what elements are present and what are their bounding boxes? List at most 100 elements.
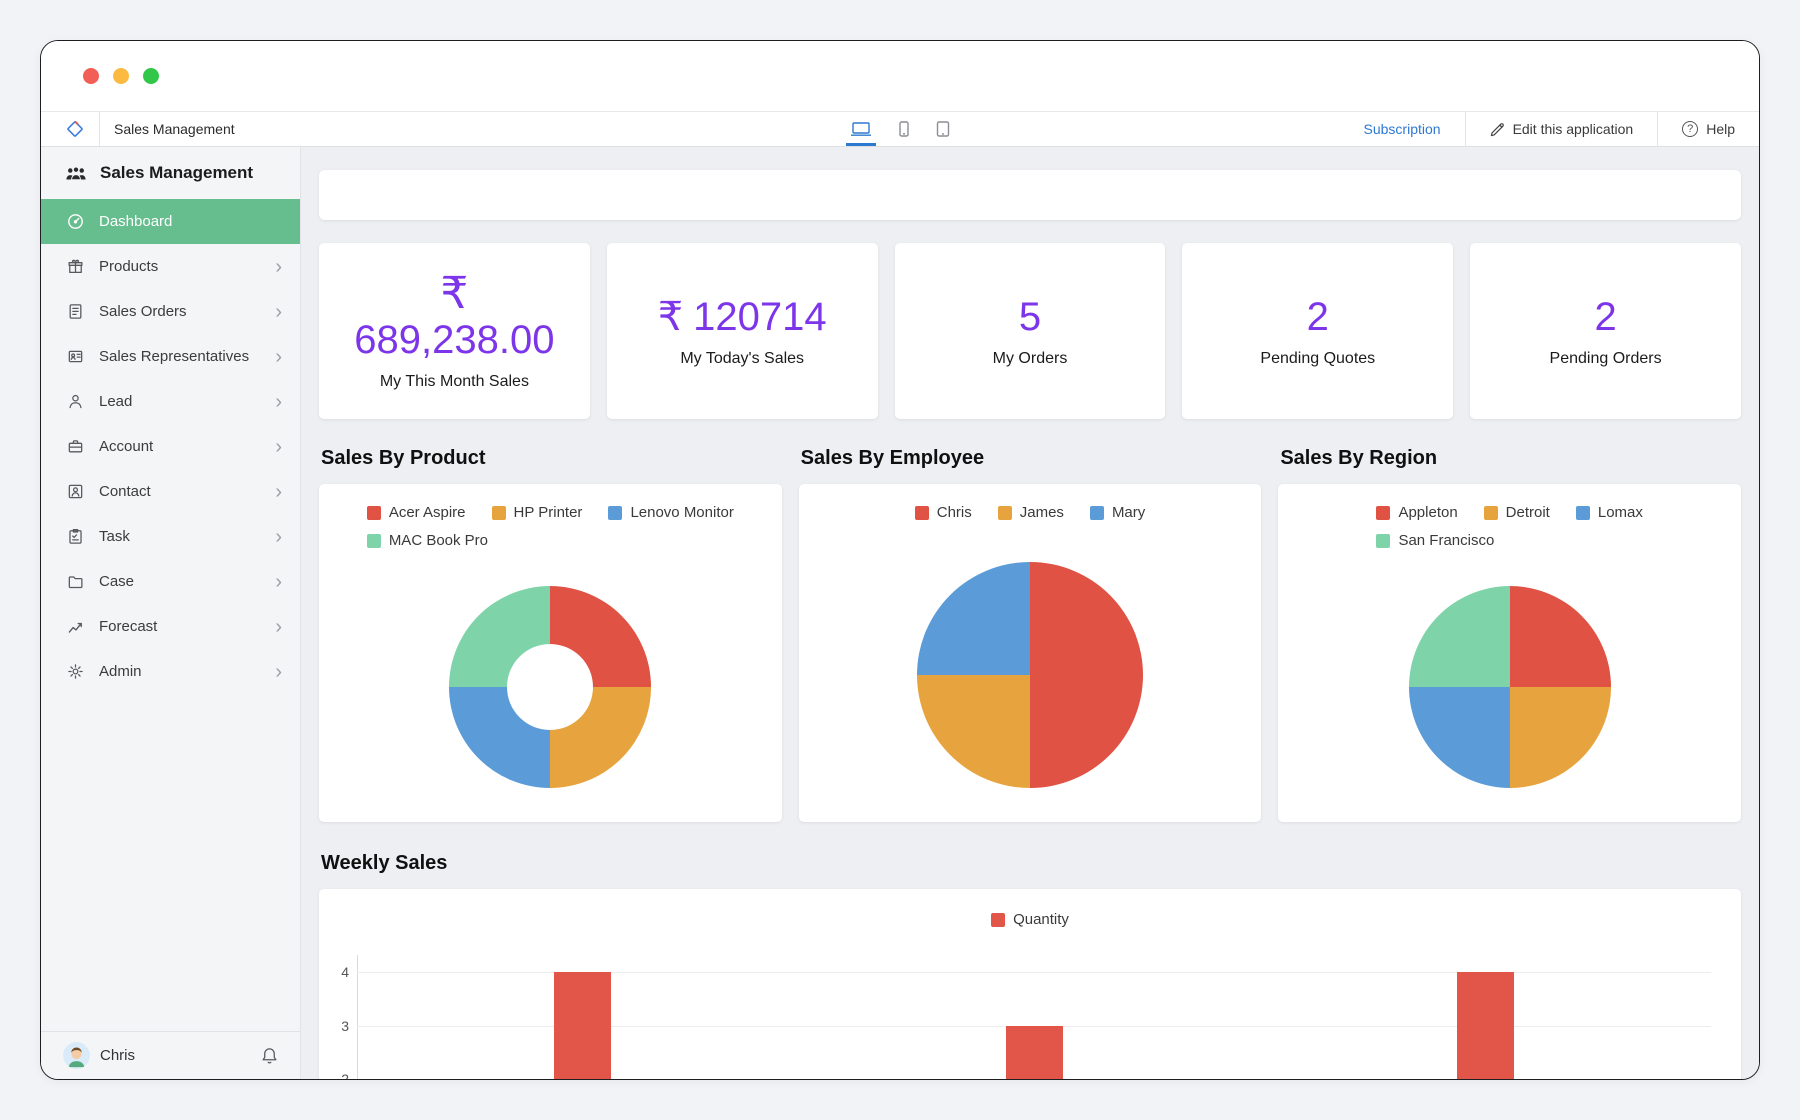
bell-icon[interactable] (261, 1047, 278, 1065)
stat-label: Pending Orders (1550, 350, 1662, 368)
stat-card-pending-orders: 2 Pending Orders (1470, 243, 1741, 419)
charts-row: Sales By Product Acer Aspire HP Prin (319, 447, 1741, 822)
sidebar-item-label: Forecast (99, 618, 157, 635)
stat-card-month-sales: ₹ 689,238.00 My This Month Sales (319, 243, 590, 419)
legend-item[interactable]: James (998, 504, 1064, 521)
legend-label: Mary (1112, 504, 1145, 521)
sidebar-item-task[interactable]: Task › (41, 514, 300, 559)
weekly-sales-bar (1006, 1026, 1063, 1080)
y-axis-line (357, 955, 358, 1079)
chevron-right-icon: › (275, 347, 282, 367)
chart-legend: Acer Aspire HP Printer Lenovo Monitor (367, 504, 734, 549)
sidebar-item-label: Task (99, 528, 130, 545)
chevron-right-icon: › (275, 257, 282, 277)
stat-value: 5 (1019, 294, 1041, 340)
minimize-window-button[interactable] (113, 68, 129, 84)
legend-item[interactable]: Appleton (1376, 504, 1457, 521)
legend-item[interactable]: Detroit (1484, 504, 1550, 521)
stat-label: My Orders (993, 350, 1068, 368)
legend-swatch (492, 506, 506, 520)
sales-by-employee-pie-chart (917, 562, 1143, 788)
legend-swatch (998, 506, 1012, 520)
legend-swatch (367, 534, 381, 548)
sidebar-item-sales-representatives[interactable]: Sales Representatives › (41, 334, 300, 379)
section-title: Sales By Product (321, 447, 782, 470)
device-tab-tablet[interactable] (936, 112, 950, 146)
legend-label: Detroit (1506, 504, 1550, 521)
badge-icon (67, 348, 85, 365)
window-titlebar (41, 41, 1759, 111)
edit-application-button[interactable]: Edit this application (1466, 112, 1658, 146)
avatar[interactable] (63, 1042, 90, 1069)
chart-legend: Chris James Mary (915, 504, 1146, 521)
chevron-right-icon: › (275, 572, 282, 592)
sidebar-app-title: Sales Management (100, 163, 253, 183)
legend-swatch (367, 506, 381, 520)
chevron-right-icon: › (275, 482, 282, 502)
sidebar-item-account[interactable]: Account › (41, 424, 300, 469)
stat-label: My Today's Sales (680, 350, 804, 368)
weekly-sales-bar (1457, 972, 1514, 1079)
sidebar-item-forecast[interactable]: Forecast › (41, 604, 300, 649)
sidebar-item-lead[interactable]: Lead › (41, 379, 300, 424)
briefcase-icon (67, 438, 85, 455)
app-top-bar: Sales Management Subscription (41, 111, 1759, 147)
subscription-link[interactable]: Subscription (1340, 112, 1465, 146)
sidebar-item-admin[interactable]: Admin › (41, 649, 300, 694)
trend-up-icon (67, 618, 85, 635)
main-content: ₹ 689,238.00 My This Month Sales ₹ 12071… (301, 147, 1759, 1079)
zoom-window-button[interactable] (143, 68, 159, 84)
sidebar-item-label: Products (99, 258, 158, 275)
user-name: Chris (100, 1047, 135, 1064)
sidebar-item-dashboard[interactable]: Dashboard (41, 199, 300, 244)
app-window: Sales Management Subscription (40, 40, 1760, 1080)
sidebar-item-label: Lead (99, 393, 132, 410)
window-body: Sales Management Dashboard (41, 147, 1759, 1079)
weekly-sales-card: Quantity 432 (319, 889, 1741, 1079)
sidebar-user-row: Chris (41, 1031, 300, 1079)
creator-logo-icon[interactable] (65, 119, 99, 139)
section-title: Weekly Sales (321, 852, 1741, 875)
chevron-right-icon: › (275, 437, 282, 457)
sidebar-item-sales-orders[interactable]: Sales Orders › (41, 289, 300, 334)
legend-item[interactable]: Acer Aspire (367, 504, 466, 521)
contact-card-icon (67, 483, 85, 500)
edit-application-label: Edit this application (1513, 121, 1634, 137)
sales-by-employee-card: Chris James Mary (799, 484, 1262, 822)
legend-item[interactable]: Chris (915, 504, 972, 521)
gear-icon (67, 663, 85, 680)
app-top-bar-left: Sales Management (41, 112, 235, 146)
app-title: Sales Management (100, 121, 235, 137)
sidebar-item-products[interactable]: Products › (41, 244, 300, 289)
sales-by-employee-section: Sales By Employee Chris James (799, 447, 1262, 822)
gift-icon (67, 258, 85, 275)
weekly-sales-bar-chart: 432 (319, 889, 1741, 1079)
sidebar-item-case[interactable]: Case › (41, 559, 300, 604)
legend-label: HP Printer (514, 504, 583, 521)
legend-swatch (1576, 506, 1590, 520)
legend-label: Chris (937, 504, 972, 521)
pencil-icon (1490, 122, 1505, 137)
stat-value: 2 (1307, 294, 1329, 340)
legend-swatch (1484, 506, 1498, 520)
legend-item[interactable]: San Francisco (1376, 532, 1494, 549)
sales-by-product-card: Acer Aspire HP Printer Lenovo Monitor (319, 484, 782, 822)
legend-item[interactable]: Lenovo Monitor (608, 504, 733, 521)
help-button[interactable]: ? Help (1658, 112, 1759, 146)
legend-label: San Francisco (1398, 532, 1494, 549)
weekly-sales-section: Weekly Sales Quantity 432 (319, 852, 1741, 1079)
help-icon: ? (1682, 121, 1698, 137)
sidebar-item-label: Sales Representatives (99, 348, 249, 365)
app-top-bar-right: Subscription Edit this application ? Hel… (1340, 112, 1759, 146)
sidebar-item-contact[interactable]: Contact › (41, 469, 300, 514)
laptop-icon (850, 121, 872, 137)
legend-item[interactable]: Mary (1090, 504, 1145, 521)
device-tab-desktop[interactable] (850, 112, 872, 146)
legend-item[interactable]: Lomax (1576, 504, 1643, 521)
sidebar-item-label: Sales Orders (99, 303, 187, 320)
device-tab-mobile[interactable] (898, 112, 910, 146)
legend-label: Acer Aspire (389, 504, 466, 521)
legend-item[interactable]: HP Printer (492, 504, 583, 521)
close-window-button[interactable] (83, 68, 99, 84)
legend-item[interactable]: MAC Book Pro (367, 532, 488, 549)
